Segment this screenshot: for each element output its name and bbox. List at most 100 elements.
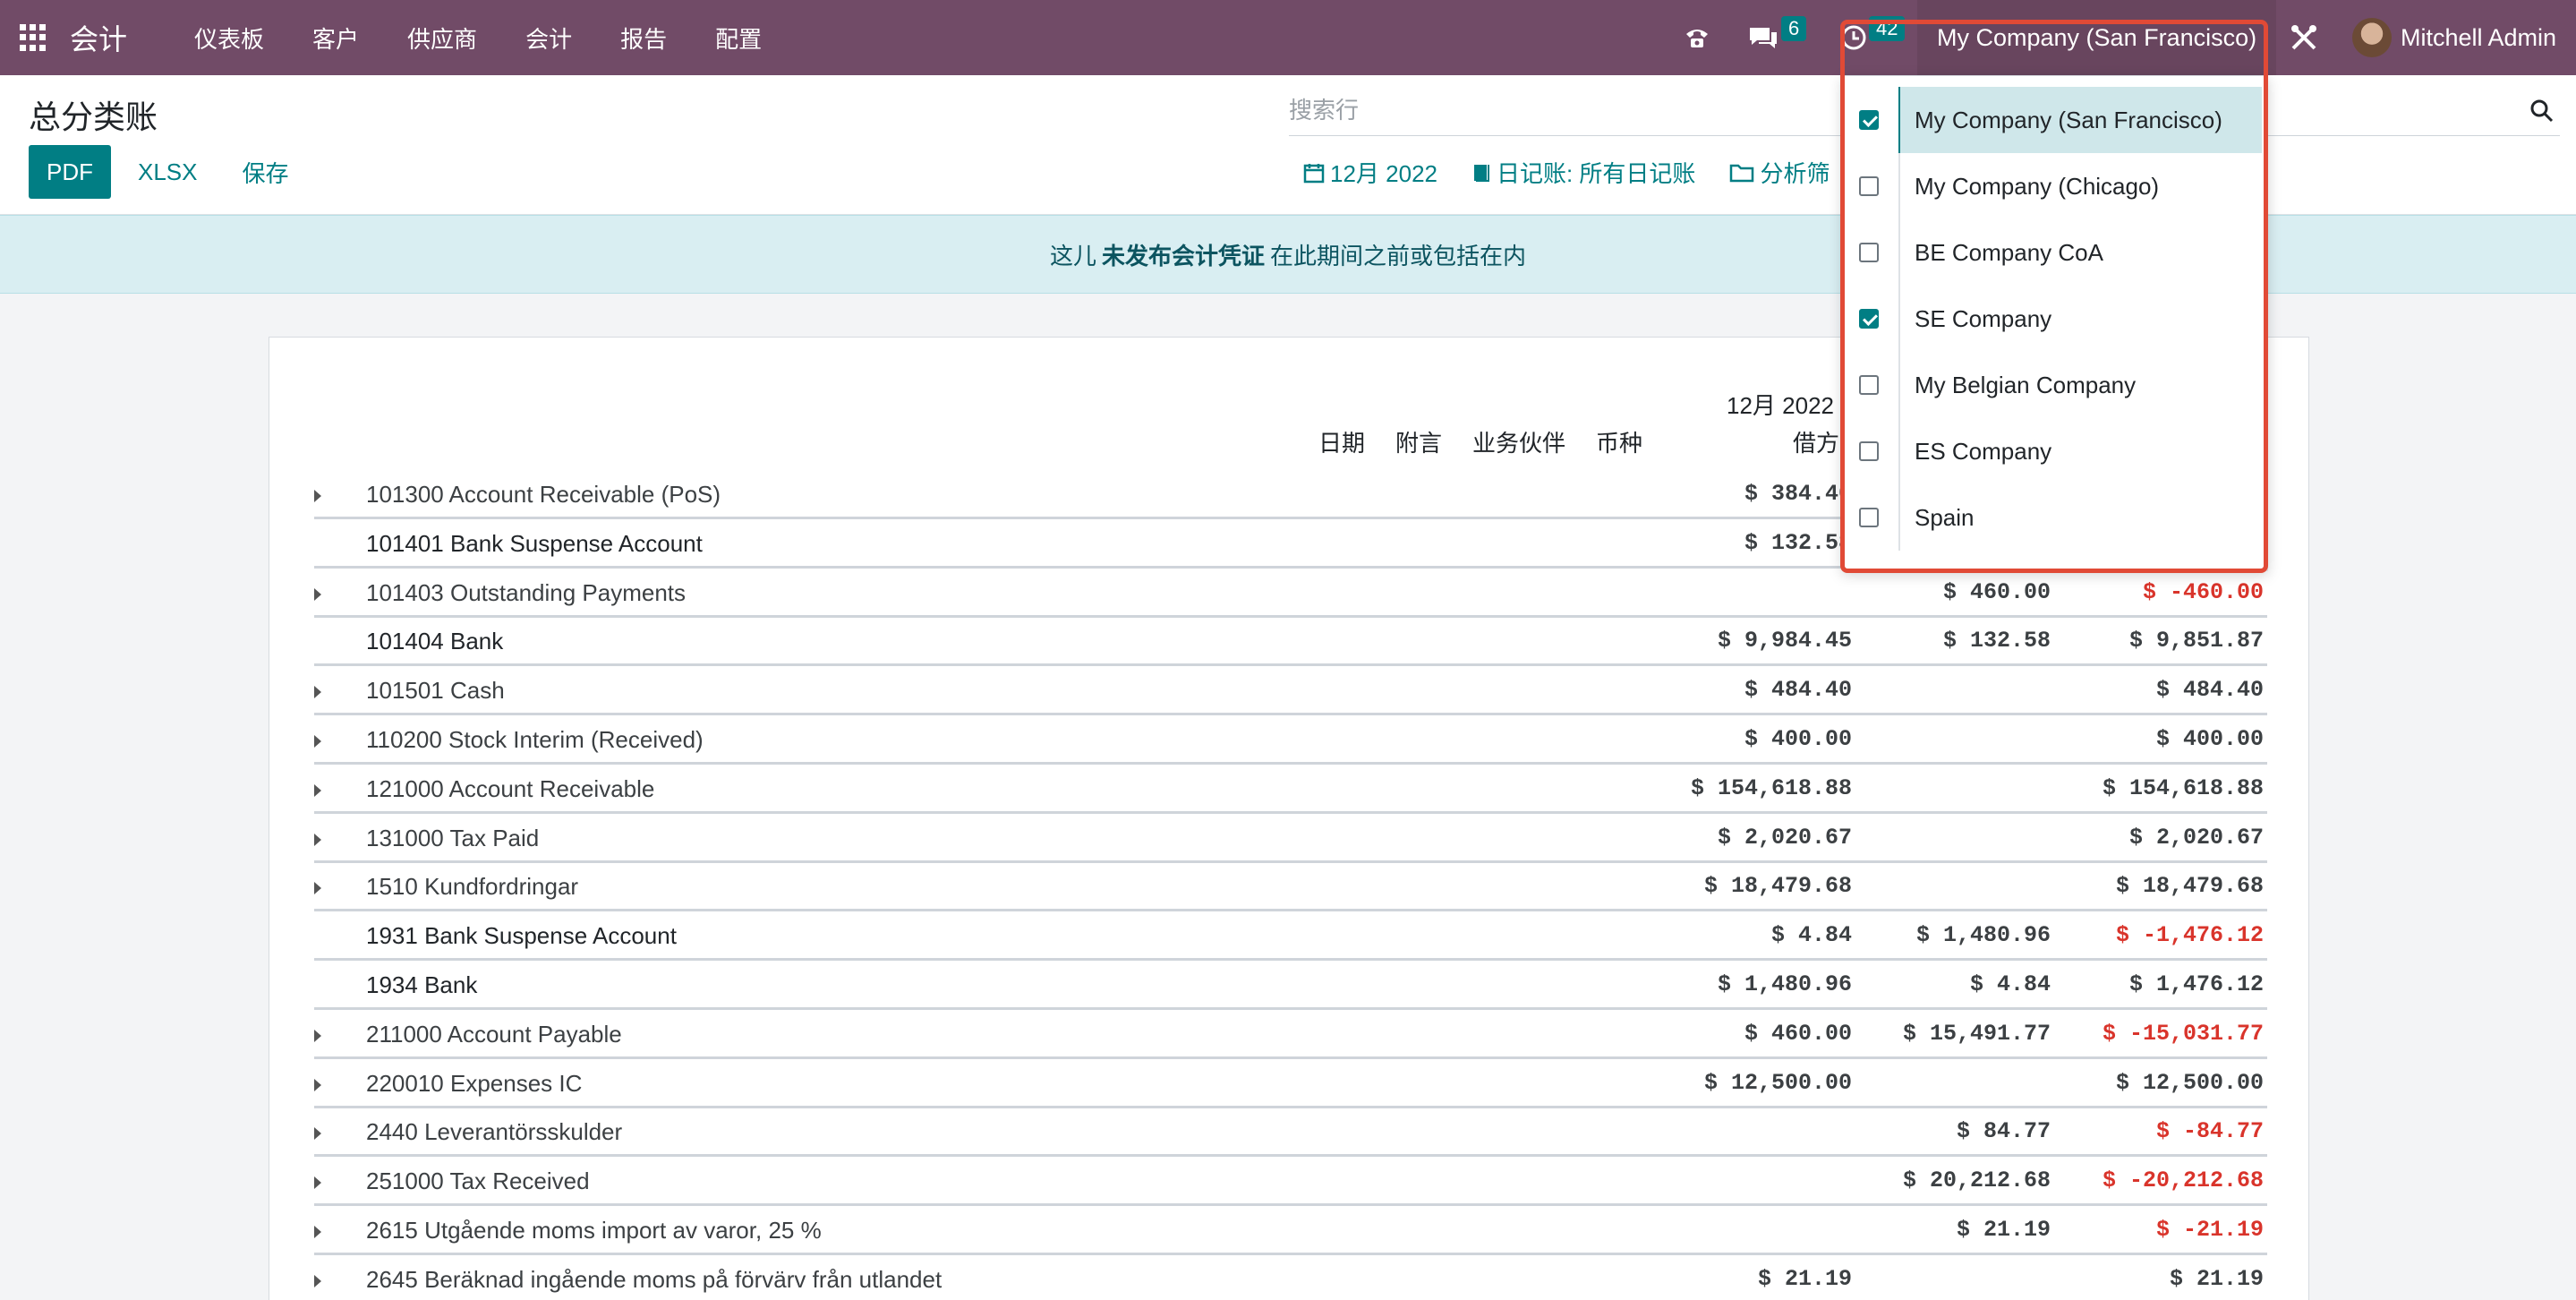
- expand-caret-icon[interactable]: [314, 1078, 321, 1091]
- company-checkbox[interactable]: [1859, 508, 1879, 527]
- user-menu[interactable]: Mitchell Admin: [2352, 0, 2556, 75]
- ledger-account-row[interactable]: 101403 Outstanding Payments $ 460.00 $ -46…: [314, 569, 2267, 618]
- ledger-account-row[interactable]: 2615 Utgående moms import av varor, 25 %…: [314, 1206, 2267, 1255]
- expand-caret-icon[interactable]: [314, 686, 321, 699]
- ledger-account-row[interactable]: 211000 Account Payable $ 460.00 $ 15,491.7…: [314, 1010, 2267, 1059]
- ledger-account-row[interactable]: 2440 Leverantörsskulder $ 84.77 $ -84.77: [314, 1108, 2267, 1158]
- phone-icon[interactable]: [1683, 0, 1711, 75]
- debit-amount: $ 384.40: [1744, 481, 1852, 507]
- currency-column-header: 币种: [1596, 430, 1643, 457]
- analytic-filter[interactable]: 分析筛: [1729, 156, 1830, 189]
- expand-caret-icon[interactable]: [314, 1226, 321, 1238]
- company-option-label[interactable]: BE Company CoA: [1898, 219, 2262, 286]
- debit-amount: $ 12,500.00: [1703, 1069, 1852, 1096]
- account-name: 2440 Leverantörsskulder: [366, 1118, 623, 1146]
- ledger-account-row[interactable]: 1510 Kundfordringar $ 18,479.68 $ 18,479.6…: [314, 862, 2267, 912]
- expand-caret-icon[interactable]: [314, 735, 321, 748]
- alert-link[interactable]: 未发布会计凭证: [1102, 238, 1265, 271]
- account-name: 220010 Expenses IC: [366, 1069, 583, 1097]
- pdf-button[interactable]: PDF: [29, 145, 111, 199]
- journals-filter[interactable]: 日记账: 所有日记账: [1471, 156, 1695, 189]
- expand-caret-icon[interactable]: [314, 1029, 321, 1042]
- company-checkbox[interactable]: [1859, 176, 1879, 196]
- company-option[interactable]: BE Company CoA: [1843, 219, 2269, 286]
- balance-amount: $ -21.19: [2155, 1217, 2264, 1243]
- account-name: 1934 Bank: [366, 971, 478, 998]
- date-column-header: 日期: [1318, 430, 1366, 457]
- company-option[interactable]: My Company (Chicago): [1843, 153, 2269, 219]
- ledger-account-row[interactable]: 110200 Stock Interim (Received) $ 400.00 $…: [314, 715, 2267, 765]
- ref-column-header: 附言: [1395, 430, 1443, 457]
- company-option-label[interactable]: SE Company: [1898, 286, 2262, 352]
- expand-caret-icon[interactable]: [314, 882, 321, 895]
- company-checkbox[interactable]: [1859, 441, 1879, 461]
- journals-filter-label: 日记账: 所有日记账: [1496, 160, 1696, 187]
- credit-amount: $ 84.77: [1956, 1118, 2051, 1145]
- company-option[interactable]: SE Company: [1843, 286, 2269, 352]
- company-option-label[interactable]: My Company (San Francisco): [1898, 87, 2262, 153]
- company-option[interactable]: ES Company: [1843, 418, 2269, 484]
- company-checkbox[interactable]: [1859, 309, 1879, 329]
- company-dropdown: My Company (San Francisco) My Company (Ch…: [1842, 75, 2268, 571]
- search-icon[interactable]: [2529, 98, 2555, 124]
- company-option[interactable]: My Company (San Francisco): [1843, 87, 2269, 153]
- menu-item-accounting[interactable]: 会计: [501, 21, 596, 55]
- credit-amount: $ 4.84: [1969, 971, 2051, 997]
- expand-caret-icon[interactable]: [314, 1127, 321, 1141]
- xlsx-button[interactable]: XLSX: [120, 145, 216, 199]
- company-option[interactable]: My Belgian Company: [1843, 352, 2269, 418]
- company-option-label[interactable]: My Belgian Company: [1898, 352, 2262, 418]
- balance-amount: $ 484.40: [2155, 677, 2264, 704]
- balance-amount: $ -15,031.77: [2102, 1020, 2264, 1047]
- balance-amount: $ 21.19: [2169, 1265, 2264, 1292]
- messages-icon[interactable]: 6: [1747, 0, 1807, 75]
- ledger-account-row[interactable]: 251000 Tax Received $ 20,212.68 $ -20,212.…: [314, 1157, 2267, 1207]
- expand-caret-icon[interactable]: [314, 1274, 321, 1287]
- debit-amount: $ 18,479.68: [1703, 873, 1852, 900]
- menu-item-customers[interactable]: 客户: [288, 21, 383, 55]
- company-option-label[interactable]: My Company (Chicago): [1898, 153, 2262, 219]
- user-name: Mitchell Admin: [2401, 23, 2557, 51]
- company-option-label[interactable]: Spain: [1898, 484, 2262, 551]
- menu-item-configuration[interactable]: 配置: [691, 21, 786, 55]
- company-switcher[interactable]: My Company (San Francisco): [1917, 0, 2277, 75]
- ledger-account-row[interactable]: 121000 Account Receivable $ 154,618.88 $ 1…: [314, 765, 2267, 814]
- activities-icon[interactable]: 42: [1840, 0, 1906, 75]
- app-brand[interactable]: 会计: [70, 17, 127, 58]
- account-name: 101401 Bank Suspense Account: [366, 529, 703, 557]
- debug-tools-icon[interactable]: [2288, 0, 2320, 75]
- company-checkbox[interactable]: [1859, 375, 1879, 395]
- menu-item-vendors[interactable]: 供应商: [383, 21, 501, 55]
- debit-column-header: 借方: [1793, 430, 1840, 457]
- ledger-account-row[interactable]: 131000 Tax Paid $ 2,020.67 $ 2,020.67: [314, 814, 2267, 863]
- company-option-label[interactable]: ES Company: [1898, 418, 2262, 484]
- account-name: 251000 Tax Received: [366, 1167, 590, 1195]
- account-name: 101403 Outstanding Payments: [366, 578, 687, 606]
- account-name: 110200 Stock Interim (Received): [366, 726, 704, 753]
- messages-badge: 6: [1781, 16, 1807, 41]
- period-filter[interactable]: 12月 2022: [1303, 156, 1437, 189]
- company-option[interactable]: Spain: [1843, 484, 2269, 551]
- apps-grid-icon[interactable]: [20, 24, 47, 51]
- company-checkbox[interactable]: [1859, 243, 1879, 262]
- expand-caret-icon[interactable]: [314, 1176, 321, 1190]
- balance-amount: $ 2,020.67: [2128, 824, 2264, 851]
- book-icon: [1473, 164, 1489, 182]
- alert-prefix: 这儿: [1049, 242, 1096, 269]
- menu-item-dashboard[interactable]: 仪表板: [170, 21, 288, 55]
- debit-amount: $ 2,020.67: [1717, 824, 1852, 851]
- credit-amount: $ 15,491.77: [1902, 1020, 2051, 1047]
- ledger-account-row[interactable]: 101501 Cash $ 484.40 $ 484.40: [314, 666, 2267, 716]
- menu-item-reporting[interactable]: 报告: [596, 21, 691, 55]
- expand-caret-icon[interactable]: [314, 783, 321, 797]
- balance-amount: $ 18,479.68: [2115, 873, 2264, 900]
- expand-caret-icon[interactable]: [314, 490, 321, 502]
- save-button[interactable]: 保存: [225, 145, 307, 199]
- ledger-account-row[interactable]: 2645 Beräknad ingående moms på förvärv f…: [314, 1255, 2267, 1300]
- ledger-account-row[interactable]: 220010 Expenses IC $ 12,500.00 $ 12,500.00: [314, 1059, 2267, 1108]
- balance-amount: $ 400.00: [2155, 726, 2264, 752]
- credit-amount: $ 460.00: [1942, 578, 2051, 605]
- company-checkbox[interactable]: [1859, 110, 1879, 130]
- expand-caret-icon[interactable]: [314, 587, 321, 601]
- expand-caret-icon[interactable]: [314, 833, 321, 846]
